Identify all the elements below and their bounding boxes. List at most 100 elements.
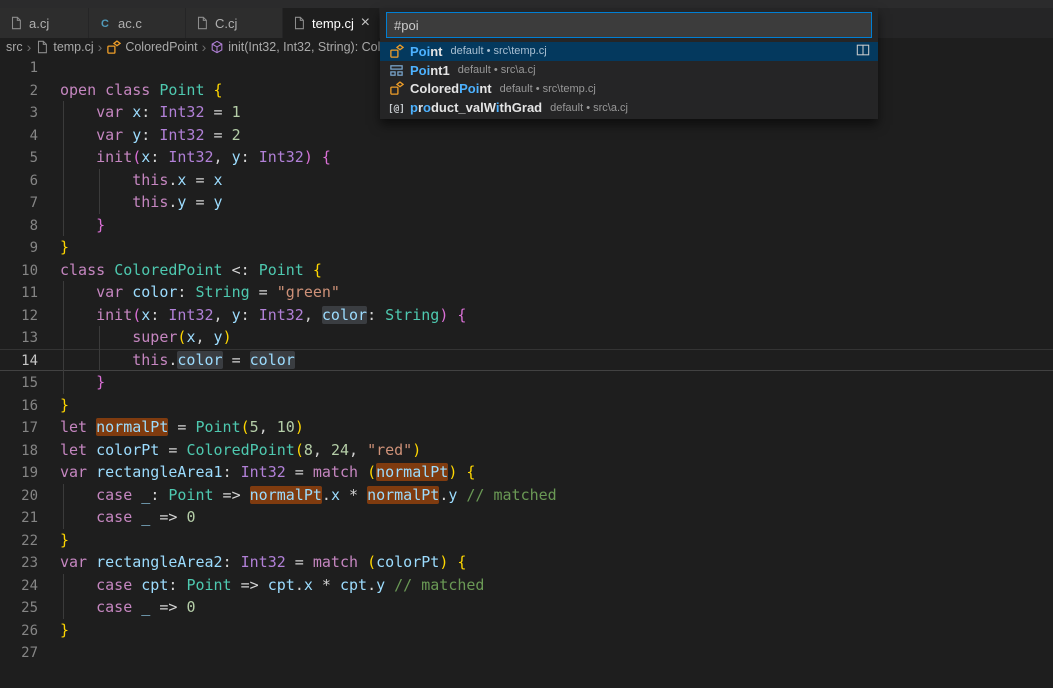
code-token: rectangleArea2 <box>96 553 222 571</box>
code-token: , <box>214 148 232 166</box>
tab-a.cj[interactable]: a.cj <box>0 8 89 38</box>
quick-open-result[interactable]: Point1default • src\a.cj <box>380 61 878 80</box>
code-token: { <box>466 463 475 481</box>
tab-temp.cj[interactable]: temp.cj× <box>283 8 380 38</box>
split-editor-button[interactable] <box>856 43 870 60</box>
code-token: <: <box>223 261 259 279</box>
code-token: = <box>286 463 313 481</box>
file-icon <box>292 16 306 30</box>
code-token: 0 <box>186 508 195 526</box>
split-editor-icon <box>856 43 870 60</box>
code-token: x <box>331 486 340 504</box>
code-token: Point <box>159 81 213 99</box>
result-label: product_valWithGrad <box>410 100 542 115</box>
code-token: { <box>322 148 331 166</box>
code-token: ) <box>412 441 421 459</box>
svg-text:C: C <box>101 18 109 30</box>
highlighted-token: normalPt <box>96 418 168 436</box>
code-line: 23var rectangleArea2: Int32 = match (col… <box>0 551 1053 574</box>
code-token: ) <box>223 328 232 346</box>
code-token: 5 <box>250 418 259 436</box>
code-line: 5 init(x: Int32, y: Int32) { <box>0 146 1053 169</box>
code-token: } <box>60 531 69 549</box>
code-token: cpt <box>141 576 168 594</box>
code-token: : <box>150 486 168 504</box>
line-number: 8 <box>0 215 38 238</box>
code-token: case <box>60 486 141 504</box>
line-number: 27 <box>0 642 38 665</box>
line-number: 7 <box>0 192 38 215</box>
title-bar <box>0 0 1053 8</box>
breadcrumb-label: src <box>6 40 23 54</box>
code-token: { <box>313 261 322 279</box>
code-token: : <box>141 103 159 121</box>
highlighted-token: normalPt <box>367 486 439 504</box>
quick-open-result[interactable]: ColoredPointdefault • src\temp.cj <box>380 80 878 99</box>
code-token: x <box>304 576 313 594</box>
file-icon <box>35 40 49 54</box>
code-token: = <box>186 171 213 189</box>
code-token: match <box>313 463 367 481</box>
breadcrumb-item-ColoredPoint[interactable]: ColoredPoint <box>106 40 197 55</box>
line-number: 22 <box>0 530 38 553</box>
code-token: String <box>195 283 249 301</box>
line-number: 16 <box>0 395 38 418</box>
line-number: 25 <box>0 597 38 620</box>
code-line: 13 super(x, y) <box>0 326 1053 349</box>
line-number: 21 <box>0 507 38 530</box>
code-token: case <box>60 508 141 526</box>
code-token: match <box>313 553 367 571</box>
code-token: . <box>439 486 448 504</box>
code-token: y <box>232 148 241 166</box>
quick-open-input[interactable] <box>386 12 872 38</box>
editor[interactable]: 12open class Point {3 var x: Int32 = 14 … <box>0 56 1053 688</box>
indent-guide <box>63 169 64 192</box>
line-number: 26 <box>0 620 38 643</box>
code-token: y <box>232 306 241 324</box>
result-label: Point1 <box>410 63 450 78</box>
indent-guide <box>63 124 64 147</box>
code-token: class <box>60 261 114 279</box>
close-icon[interactable]: × <box>361 15 370 31</box>
code-token: cpt <box>268 576 295 594</box>
indent-guide <box>63 101 64 124</box>
line-number: 3 <box>0 102 38 125</box>
line-number: 13 <box>0 327 38 350</box>
breadcrumb-separator: › <box>94 40 107 54</box>
code-token: : <box>241 148 259 166</box>
breadcrumb-separator: › <box>198 40 211 54</box>
code-token: { <box>457 553 466 571</box>
code-token: 1 <box>232 103 241 121</box>
code-token: "red" <box>367 441 412 459</box>
indent-guide <box>63 214 64 237</box>
code-token: _ <box>141 486 150 504</box>
code-token: _ <box>141 508 150 526</box>
code-token: 2 <box>232 126 241 144</box>
code-line: 15 } <box>0 371 1053 394</box>
indent-guide <box>63 596 64 619</box>
code-token: * <box>313 576 340 594</box>
indent-guide <box>99 326 100 349</box>
code-token: "green" <box>277 283 340 301</box>
code-token: } <box>60 621 69 639</box>
line-number: 11 <box>0 282 38 305</box>
indent-guide <box>63 349 64 372</box>
code-token: ColoredPoint <box>114 261 222 279</box>
quick-open-result[interactable]: [@]product_valWithGraddefault • src\a.cj <box>380 98 878 117</box>
tab-C.cj[interactable]: C.cj <box>186 8 283 38</box>
indent-guide <box>63 281 64 304</box>
tab-ac.c[interactable]: Cac.c <box>89 8 186 38</box>
code-token: this <box>60 193 168 211</box>
code-line: 7 this.y = y <box>0 191 1053 214</box>
code-token: ( <box>241 418 250 436</box>
breadcrumb-item-src[interactable]: src <box>6 40 23 54</box>
quick-open-result[interactable]: Pointdefault • src\temp.cj <box>380 42 878 61</box>
code-token: this <box>60 351 168 369</box>
code-token: Point <box>186 576 231 594</box>
line-number: 4 <box>0 125 38 148</box>
code-token: ( <box>367 553 376 571</box>
code-token: init <box>60 306 132 324</box>
code-line: 9} <box>0 236 1053 259</box>
code-token: = <box>186 193 213 211</box>
breadcrumb-item-temp.cj[interactable]: temp.cj <box>35 40 93 54</box>
